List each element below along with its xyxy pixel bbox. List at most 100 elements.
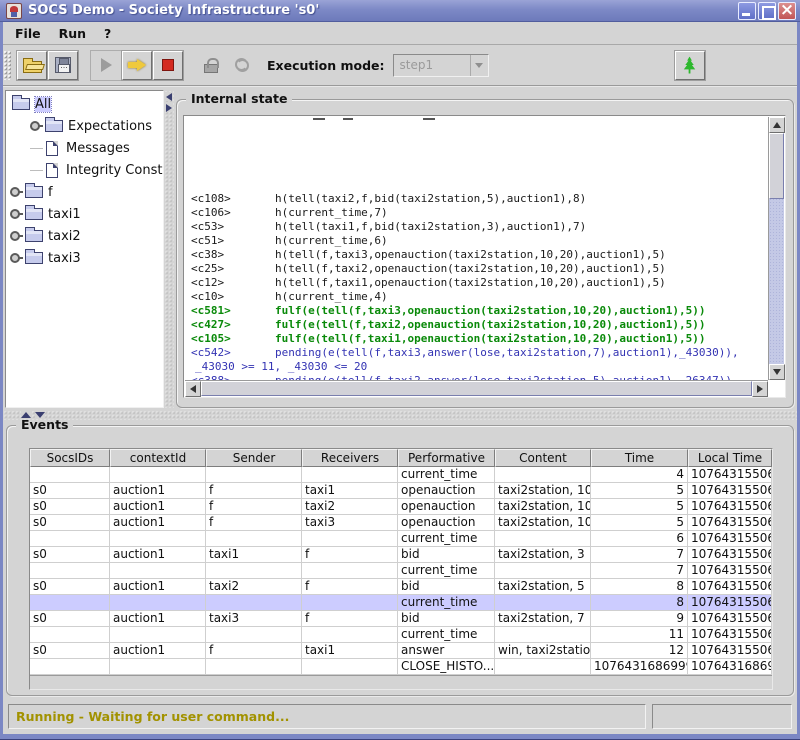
table-cell <box>110 595 206 611</box>
tree-item-taxi3[interactable]: taxi3 <box>6 247 163 269</box>
tree-connector-line <box>30 148 43 149</box>
tree-item-label: taxi2 <box>48 229 81 244</box>
table-row[interactable]: s0auction1ftaxi3openauctiontaxi2station,… <box>30 515 772 531</box>
scroll-left-button[interactable] <box>185 381 201 397</box>
vertical-splitter[interactable] <box>164 90 174 408</box>
table-cell: taxi1 <box>302 643 398 659</box>
table-cell: taxi1 <box>206 547 302 563</box>
table-row[interactable]: current_time111076431550657 <box>30 627 772 643</box>
constraint-text: pending(e(tell(f,taxi3,answer(lose,taxi2… <box>275 346 739 359</box>
table-cell: current_time <box>398 627 495 643</box>
table-row[interactable]: current_time81076431550654 <box>30 595 772 611</box>
expand-handle-icon[interactable] <box>10 253 20 263</box>
minimize-button[interactable] <box>738 2 756 20</box>
vertical-scroll-thumb[interactable] <box>769 133 784 199</box>
tree-item-expectations[interactable]: Expectations <box>6 115 163 137</box>
table-cell: win, taxi2statio... <box>495 643 591 659</box>
table-cell: 9 <box>591 611 688 627</box>
table-cell: 5 <box>591 515 688 531</box>
combo-arrow-button[interactable] <box>470 55 488 76</box>
events-table[interactable]: SocsIDscontextIdSenderReceiversPerformat… <box>29 448 773 690</box>
society-tree-button[interactable] <box>675 51 705 80</box>
column-header-sender[interactable]: Sender <box>206 449 302 467</box>
table-row[interactable]: current_time41076431550604 <box>30 467 772 483</box>
table-row[interactable]: CLOSE_HISTO...10764316869991076431686999 <box>30 659 772 675</box>
collapse-left-button[interactable] <box>165 92 173 101</box>
clipped-line-fragment <box>423 118 435 120</box>
close-button[interactable] <box>778 2 796 20</box>
tree-item-all[interactable]: All <box>6 93 163 115</box>
horizontal-scrollbar[interactable] <box>185 380 768 396</box>
table-row[interactable]: s0auction1taxi2fbidtaxi2station, 5810764… <box>30 579 772 595</box>
table-row[interactable]: current_time61076431550644 <box>30 531 772 547</box>
open-button[interactable] <box>17 51 47 80</box>
expand-handle-icon[interactable] <box>30 121 40 131</box>
table-row[interactable]: current_time71076431550647 <box>30 563 772 579</box>
state-line: <c105>fulf(e(tell(f,taxi1,openauction(ta… <box>191 332 768 346</box>
table-cell: current_time <box>398 531 495 547</box>
table-cell: s0 <box>30 579 110 595</box>
collapse-up-button[interactable] <box>21 411 31 419</box>
save-button[interactable] <box>48 51 78 80</box>
table-cell <box>110 467 206 483</box>
expand-handle-icon[interactable] <box>10 209 20 219</box>
column-header-time[interactable]: Time <box>591 449 688 467</box>
horizontal-scroll-thumb[interactable] <box>201 381 752 396</box>
lock-button[interactable] <box>196 51 226 80</box>
vertical-scrollbar[interactable] <box>768 117 784 380</box>
table-cell: f <box>206 515 302 531</box>
play-button[interactable] <box>91 51 121 80</box>
scroll-right-button[interactable] <box>752 381 768 397</box>
menu-run[interactable]: Run <box>50 24 95 43</box>
table-cell: current_time <box>398 467 495 483</box>
execution-mode-label: Execution mode: <box>267 58 385 73</box>
constraint-text: fulf(e(tell(f,taxi3,openauction(taxi2sta… <box>275 304 705 317</box>
toolbar-grip[interactable] <box>3 50 12 80</box>
title-bar[interactable]: SOCS Demo - Society Infrastructure 's0' <box>0 0 800 22</box>
folder-icon <box>25 230 43 242</box>
table-row[interactable]: s0auction1ftaxi2openauctiontaxi2station,… <box>30 499 772 515</box>
execution-mode-select[interactable]: step1 <box>393 54 489 77</box>
internal-state-textarea[interactable]: <c108>h(tell(taxi2,f,bid(taxi2station,5)… <box>183 115 786 398</box>
tree-item-integrity-constraints[interactable]: Integrity Constraints <box>6 159 163 181</box>
state-line: <c108>h(tell(taxi2,f,bid(taxi2station,5)… <box>191 192 768 206</box>
table-cell <box>30 627 110 643</box>
column-header-socsids[interactable]: SocsIDs <box>30 449 110 467</box>
table-row[interactable]: s0auction1ftaxi1openauctiontaxi2station,… <box>30 483 772 499</box>
tree-item-taxi2[interactable]: taxi2 <box>6 225 163 247</box>
tree-item-taxi1[interactable]: taxi1 <box>6 203 163 225</box>
lock-icon <box>204 64 218 73</box>
status-aux-cell <box>652 704 792 729</box>
stop-button[interactable] <box>153 51 183 80</box>
sync-button[interactable] <box>227 51 257 80</box>
maximize-button[interactable] <box>758 2 776 20</box>
tree-item-messages[interactable]: Messages <box>6 137 163 159</box>
column-header-receivers[interactable]: Receivers <box>302 449 398 467</box>
table-row[interactable]: s0auction1taxi3fbidtaxi2station, 7910764… <box>30 611 772 627</box>
column-header-performative[interactable]: Performative <box>398 449 495 467</box>
column-header-contextid[interactable]: contextId <box>110 449 206 467</box>
table-row[interactable]: s0auction1ftaxi1answerwin, taxi2statio..… <box>30 643 772 659</box>
expand-handle-icon[interactable] <box>10 187 20 197</box>
column-header-local-time[interactable]: Local Time <box>688 449 772 467</box>
table-cell: 1076431550645 <box>688 547 772 563</box>
tree-item-f[interactable]: f <box>6 181 163 203</box>
stop-icon <box>162 59 174 71</box>
table-cell: openauction <box>398 483 495 499</box>
expand-right-button[interactable] <box>165 103 173 112</box>
step-button[interactable] <box>122 51 152 80</box>
expand-down-button[interactable] <box>35 411 45 419</box>
scroll-up-button[interactable] <box>769 117 785 133</box>
horizontal-splitter[interactable] <box>3 410 797 420</box>
menu-help[interactable]: ? <box>95 24 120 43</box>
table-row[interactable]: s0auction1taxi1fbidtaxi2station, 3710764… <box>30 547 772 563</box>
arrow-left-icon <box>190 385 196 393</box>
table-cell <box>30 467 110 483</box>
society-tree-panel[interactable]: AllExpectationsMessagesIntegrity Constra… <box>5 90 164 408</box>
menu-file[interactable]: File <box>6 24 50 43</box>
window-border-left <box>0 22 3 740</box>
expand-handle-icon[interactable] <box>10 231 20 241</box>
table-cell: s0 <box>30 547 110 563</box>
column-header-content[interactable]: Content <box>495 449 591 467</box>
scroll-down-button[interactable] <box>769 364 785 380</box>
